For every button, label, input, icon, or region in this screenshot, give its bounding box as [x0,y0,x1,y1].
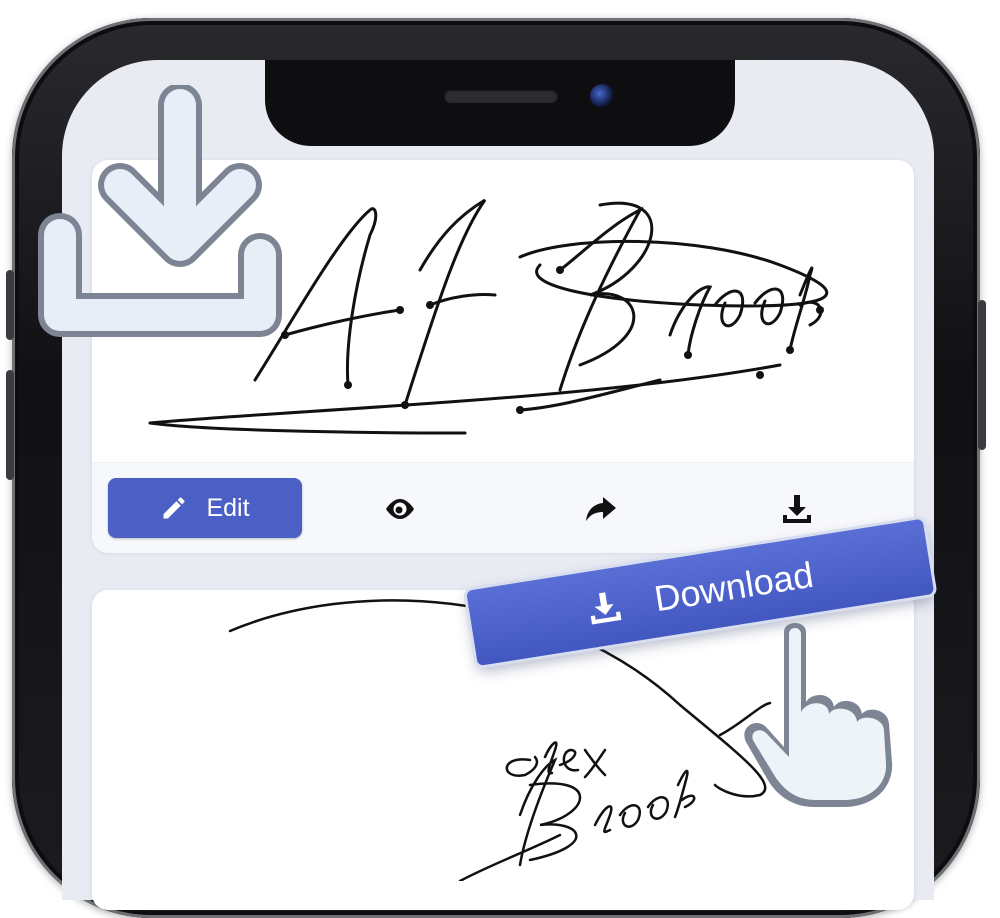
speaker-grille [444,89,558,103]
front-camera [590,84,614,108]
eye-icon [386,499,414,519]
floating-download-icon [38,85,282,337]
download-tool-button[interactable] [780,492,814,526]
hand-pointer-icon [744,623,893,807]
download-icon [783,495,811,523]
preview-button[interactable] [383,492,417,526]
share-button[interactable] [584,492,618,526]
side-button-left-2 [6,370,14,480]
side-button-right [978,300,986,450]
phone-notch [265,60,735,146]
side-button-left [6,270,14,340]
pencil-icon [163,497,185,519]
download-button-icon [590,592,622,625]
download-button-label: Download [651,553,816,620]
edit-button[interactable]: Edit [108,478,302,538]
share-arrow-icon [586,497,616,521]
edit-button-label: Edit [206,493,250,522]
